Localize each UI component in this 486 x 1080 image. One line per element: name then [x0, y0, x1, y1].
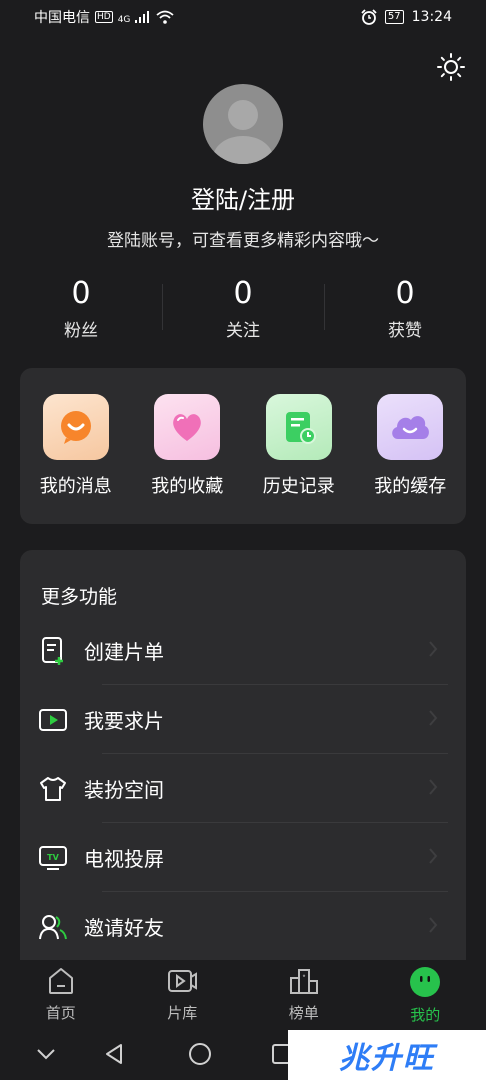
stat-value: 0: [233, 276, 253, 311]
home-icon: [48, 968, 73, 994]
tab-label: 首页: [45, 1004, 76, 1022]
signal-icon: [135, 11, 150, 23]
tv-label: TV: [47, 853, 59, 862]
quick-item-favorites[interactable]: 我的收藏: [132, 394, 244, 524]
bottom-tab-bar: 首页 片库 榜单 我的: [0, 960, 486, 1028]
watermark-text: 兆升旺: [339, 1041, 435, 1076]
quick-item-label: 我的缓存: [374, 476, 447, 497]
menu-item-label: 装扮空间: [84, 778, 164, 802]
home-circle-icon: [189, 1043, 211, 1065]
sun-icon: [437, 53, 465, 81]
menu-item-tv-cast[interactable]: TV 电视投屏: [38, 823, 448, 892]
tab-label: 片库: [167, 1004, 198, 1022]
quick-item-label: 我的消息: [39, 476, 112, 497]
menu-item-dress-up[interactable]: 装扮空间: [38, 754, 448, 823]
menu-item-label: 我要求片: [84, 709, 164, 733]
alarm-icon: [361, 9, 377, 25]
nav-home-button[interactable]: [186, 1040, 214, 1068]
chevron-right-icon: [429, 848, 438, 864]
status-right: 57 13:24: [361, 9, 452, 25]
battery-level: 57: [384, 10, 404, 24]
carrier-name: 中国电信: [34, 10, 90, 26]
tshirt-icon: [38, 774, 68, 804]
chevron-right-icon: [429, 710, 438, 726]
request-video-icon: [38, 705, 68, 735]
create-list-icon: [38, 636, 68, 666]
watermark-logo: 兆升旺: [288, 1030, 486, 1080]
heart-icon: [154, 394, 221, 460]
quick-item-label: 我的收藏: [151, 476, 224, 497]
login-register-link[interactable]: 登陆/注册: [0, 180, 486, 215]
quick-item-label: 历史记录: [262, 476, 335, 497]
quick-item-messages[interactable]: 我的消息: [20, 394, 132, 524]
menu-item-invite-friends[interactable]: 邀请好友: [38, 892, 448, 961]
cloud-icon: [377, 394, 444, 460]
stat-likes[interactable]: 0 获赞: [324, 276, 486, 346]
status-left: 中国电信 HD 4G: [34, 7, 174, 27]
settings-button[interactable]: [434, 50, 468, 84]
menu-item-create-list[interactable]: 创建片单: [38, 616, 448, 685]
ranking-icon: [289, 969, 318, 994]
tab-label: 榜单: [288, 1004, 319, 1022]
tab-ranking[interactable]: 榜单: [243, 960, 365, 1028]
default-avatar-icon: [213, 100, 273, 164]
chevron-right-icon: [429, 641, 438, 657]
tab-me[interactable]: 我的: [365, 960, 486, 1028]
chevron-down-icon: [37, 1049, 55, 1060]
clock: 13:24: [411, 9, 452, 25]
stat-fans[interactable]: 0 粉丝: [0, 276, 162, 346]
menu-item-request-video[interactable]: 我要求片: [38, 685, 448, 754]
nav-back-button[interactable]: [100, 1040, 128, 1068]
more-functions-card: 更多功能 创建片单 我要求片 装扮空间 TV 电视投屏 邀请好友: [20, 550, 466, 980]
back-triangle-icon: [106, 1044, 122, 1064]
nav-collapse-button[interactable]: [32, 1040, 60, 1068]
stat-value: 0: [71, 276, 91, 311]
stat-following[interactable]: 0 关注: [162, 276, 324, 346]
wifi-icon: [156, 10, 174, 24]
history-icon: [265, 394, 332, 460]
stat-value: 0: [395, 276, 415, 311]
menu-item-label: 创建片单: [84, 640, 164, 664]
stat-label: 粉丝: [64, 321, 98, 341]
tv-cast-icon: TV: [38, 843, 68, 873]
quick-item-history[interactable]: 历史记录: [243, 394, 355, 524]
invite-friends-icon: [38, 912, 68, 942]
profile-stats: 0 粉丝 0 关注 0 获赞: [0, 276, 486, 346]
avatar[interactable]: [203, 84, 283, 164]
menu-item-label: 电视投屏: [84, 847, 164, 871]
quick-actions-card: 我的消息 我的收藏 历史记录 我的缓存: [20, 368, 466, 524]
network-type: 4G: [117, 15, 131, 25]
chevron-right-icon: [429, 917, 438, 933]
quick-item-cache[interactable]: 我的缓存: [355, 394, 467, 524]
login-hint: 登陆账号，可查看更多精彩内容哦～: [107, 231, 379, 251]
tab-library[interactable]: 片库: [122, 960, 244, 1028]
me-icon: [410, 967, 441, 997]
chevron-right-icon: [429, 779, 438, 795]
stat-label: 关注: [226, 321, 260, 341]
section-title: 更多功能: [41, 586, 118, 608]
menu-item-label: 邀请好友: [84, 916, 164, 940]
hd-badge: HD: [95, 11, 113, 23]
tab-home[interactable]: 首页: [0, 960, 122, 1028]
stat-label: 获赞: [388, 321, 422, 341]
tab-label: 我的: [410, 1006, 441, 1024]
library-icon: [168, 970, 198, 992]
status-bar: 中国电信 HD 4G 57 13:24: [0, 0, 486, 34]
message-icon: [42, 394, 109, 460]
